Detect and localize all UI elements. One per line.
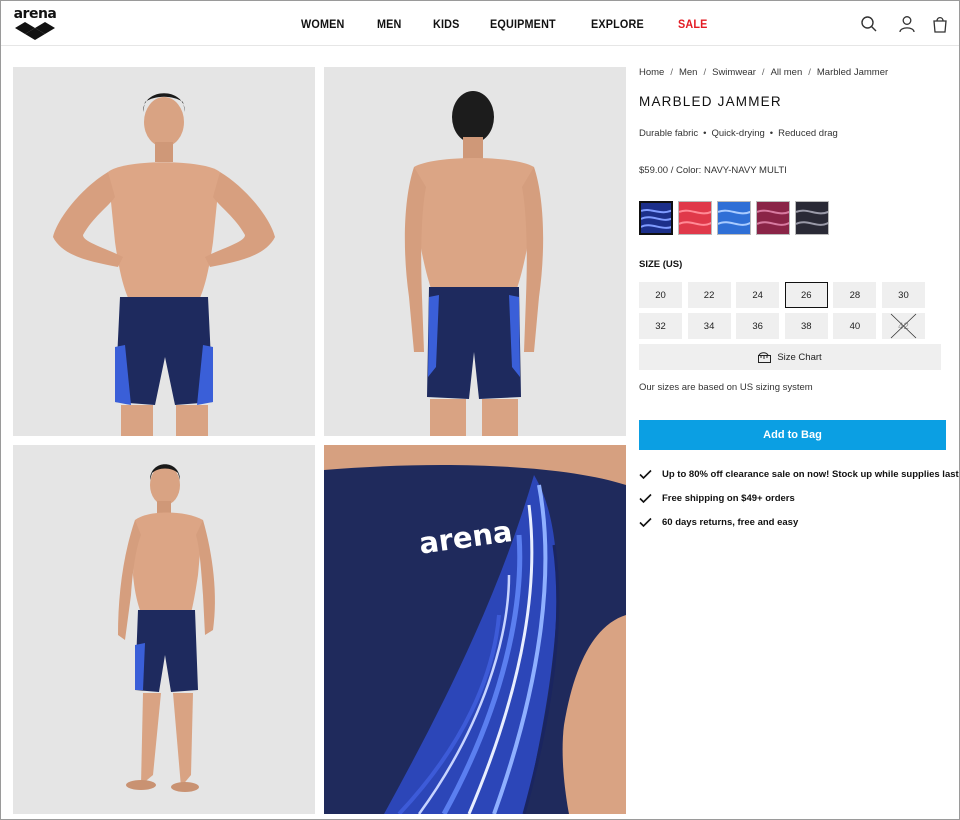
color-swatch-navy[interactable]	[639, 201, 673, 235]
check-icon	[639, 493, 652, 503]
product-title: MARBLED JAMMER	[639, 94, 782, 109]
size-chart-label: Size Chart	[777, 351, 822, 363]
size-option[interactable]: 34	[687, 313, 731, 339]
size-label: SIZE (US)	[639, 259, 683, 270]
breadcrumb-swimwear[interactable]: Swimwear	[712, 67, 756, 78]
nav-men[interactable]: MEN	[377, 15, 402, 33]
feature-item: Durable fabric	[639, 128, 699, 139]
perks-list: Up to 80% off clearance sale on now! Sto…	[639, 462, 959, 534]
diamond-logo-icon	[15, 22, 55, 40]
perk-item: 60 days returns, free and easy	[639, 510, 959, 534]
back-view-photo[interactable]	[324, 67, 626, 436]
breadcrumb-separator: /	[761, 67, 765, 78]
size-option-out-of-stock[interactable]: 42	[881, 313, 925, 339]
perk-text: Up to 80% off clearance sale on now! Sto…	[662, 468, 959, 480]
color-swatch-black[interactable]	[795, 201, 829, 235]
size-option[interactable]: 22	[687, 282, 731, 308]
size-option[interactable]: 32	[639, 313, 682, 339]
size-option[interactable]: 24	[736, 282, 780, 308]
search-icon[interactable]	[859, 14, 879, 34]
check-icon	[639, 517, 652, 527]
front-view-photo[interactable]	[13, 67, 315, 436]
size-grid: 20 22 24 26 28 30 32 34 36 38 40 42	[639, 282, 939, 339]
feature-separator: •	[703, 128, 707, 139]
breadcrumb-men[interactable]: Men	[679, 67, 697, 78]
breadcrumb-current: Marbled Jammer	[816, 67, 889, 78]
size-option[interactable]: 36	[736, 313, 780, 339]
side-view-photo[interactable]	[13, 445, 315, 814]
size-chart-button[interactable]: Size Chart	[639, 344, 941, 370]
fabric-detail-illustration: arena	[324, 445, 626, 814]
logo-text: arena	[13, 6, 57, 22]
size-option-selected[interactable]: 26	[784, 282, 828, 308]
size-option[interactable]: 40	[833, 313, 877, 339]
price-and-color: $59.00 / Color: NAVY-NAVY MULTI	[639, 165, 787, 176]
perk-item: Up to 80% off clearance sale on now! Sto…	[639, 462, 959, 486]
color-swatch-burgundy[interactable]	[756, 201, 790, 235]
breadcrumb: Home / Men / Swimwear / All men / Marble…	[639, 67, 888, 78]
perk-item: Free shipping on $49+ orders	[639, 486, 959, 510]
model-back-illustration	[324, 67, 626, 436]
account-icon[interactable]	[897, 14, 917, 34]
nav-explore[interactable]: EXPLORE	[591, 15, 644, 33]
perk-text: 60 days returns, free and easy	[662, 516, 799, 528]
breadcrumb-home[interactable]: Home	[639, 67, 664, 78]
feature-item: Quick-drying	[711, 128, 765, 139]
add-to-bag-button[interactable]: Add to Bag	[639, 420, 946, 450]
nav-women[interactable]: WOMEN	[301, 15, 344, 33]
size-option[interactable]: 30	[881, 282, 925, 308]
nav-equipment[interactable]: EQUIPMENT	[490, 15, 556, 33]
breadcrumb-separator: /	[808, 67, 811, 78]
color-swatch-red[interactable]	[678, 201, 712, 235]
feature-item: Reduced drag	[778, 128, 838, 139]
breadcrumb-separator: /	[670, 67, 673, 78]
product-features: Durable fabric • Quick-drying • Reduced …	[639, 128, 838, 139]
bag-icon[interactable]	[930, 14, 950, 34]
site-header: arena WOMEN MEN KIDS EQUIPMENT EXPLORE S…	[1, 1, 959, 46]
perk-text: Free shipping on $49+ orders	[662, 492, 795, 504]
color-swatches	[639, 201, 834, 235]
nav-sale[interactable]: SALE	[678, 15, 708, 33]
nav-kids[interactable]: KIDS	[433, 15, 460, 33]
size-note: Our sizes are based on US sizing system	[639, 382, 813, 393]
brand-logo[interactable]: arena	[13, 7, 57, 41]
main-nav: WOMEN MEN KIDS EQUIPMENT EXPLORE SALE	[301, 15, 739, 33]
breadcrumb-all-men[interactable]: All men	[771, 67, 803, 78]
strike-icon	[890, 313, 917, 339]
color-swatch-blue[interactable]	[717, 201, 751, 235]
ruler-icon	[758, 351, 772, 363]
feature-separator: •	[769, 128, 774, 139]
fabric-detail-photo[interactable]: arena	[324, 445, 626, 814]
size-option[interactable]: 20	[639, 282, 682, 308]
breadcrumb-separator: /	[703, 67, 707, 78]
model-front-illustration	[13, 67, 315, 436]
size-option[interactable]: 28	[833, 282, 877, 308]
size-option[interactable]: 38	[784, 313, 828, 339]
model-side-illustration	[13, 445, 315, 814]
check-icon	[639, 469, 652, 479]
